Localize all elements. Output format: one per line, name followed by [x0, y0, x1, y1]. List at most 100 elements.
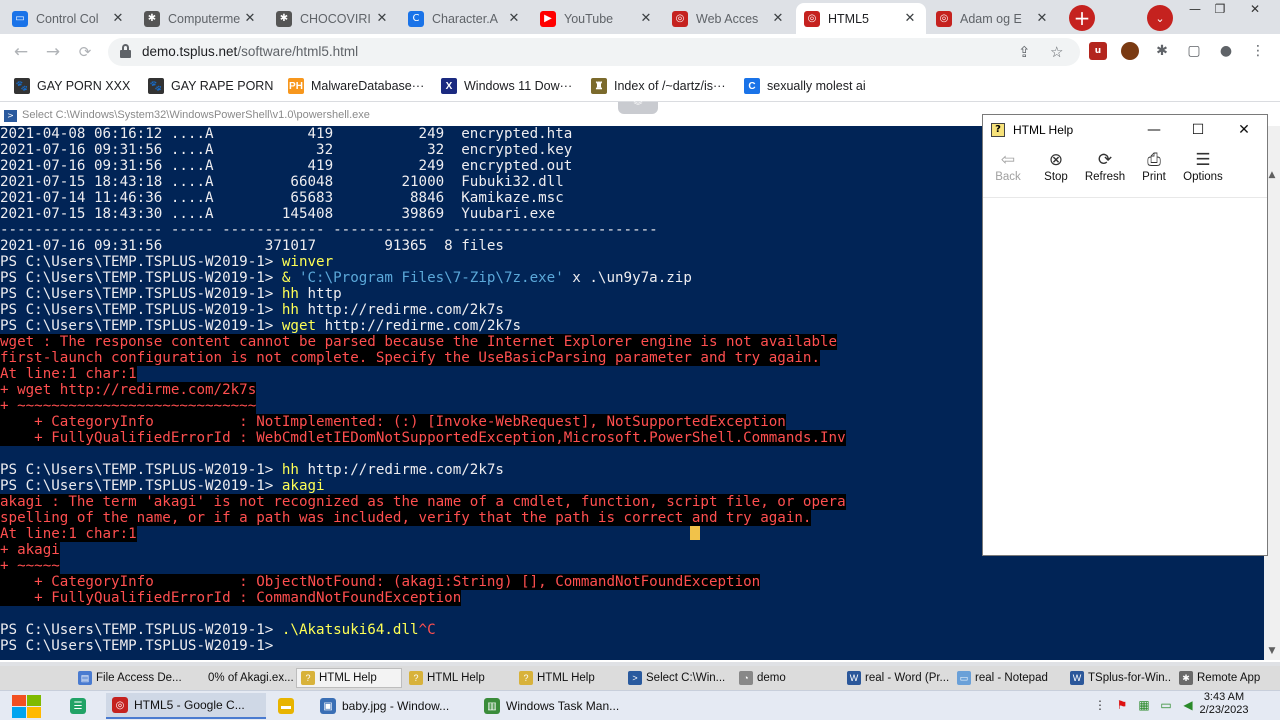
browser-tab[interactable]: ◎ Web Acces ✕ [664, 3, 794, 34]
taskbar-item-label: TSplus-for-Win... [1088, 672, 1172, 684]
host-taskbar-item[interactable]: ▣ baby.jpg - Window... [314, 693, 474, 719]
bookmark-star-icon[interactable]: ☆ [1050, 43, 1063, 61]
remote-taskbar-item[interactable]: ✱ Remote App [1175, 668, 1275, 688]
extension-avatar-icon[interactable] [1121, 42, 1139, 60]
bookmark-icon: C [744, 78, 760, 94]
remote-taskbar-item[interactable]: 0% of Akagi.ex... [186, 668, 294, 688]
bookmark-item[interactable]: 🐾 GAY PORN XXX [14, 76, 130, 96]
side-panel-icon[interactable]: ▢ [1185, 42, 1203, 60]
remote-taskbar-item[interactable]: ◔ demo [735, 668, 841, 688]
remote-taskbar-item[interactable]: W TSplus-for-Win... [1066, 668, 1172, 688]
tab-close-icon[interactable]: ✕ [374, 11, 390, 27]
taskbar-item-label: File Access De... [96, 672, 182, 684]
console-prompt: PS C:\Users\TEMP.TSPLUS-W2019-1> [0, 478, 282, 494]
tab-close-icon[interactable]: ✕ [902, 11, 918, 27]
browser-tab[interactable]: ✱ CHOCOVIRI ✕ [268, 3, 398, 34]
console-error: + FullyQualifiedErrorId : CommandNotFoun… [0, 590, 462, 606]
tab-label: Character.A [432, 11, 499, 26]
browser-tab[interactable]: ▶ YouTube ✕ [532, 3, 662, 34]
help-options-button[interactable]: ☰ Options [1178, 149, 1228, 191]
console-args: x .\un9y7a.zip [563, 270, 692, 286]
window-minimize-icon[interactable]: — [1183, 0, 1207, 18]
tab-search-button[interactable]: ⌄ [1147, 5, 1173, 31]
bookmark-item[interactable]: X Windows 11 Dow··· [441, 76, 572, 96]
help-stop-button[interactable]: ⊗ Stop [1031, 149, 1081, 191]
taskbar-app-icon: ◔ [739, 671, 753, 685]
remote-taskbar-item[interactable]: > Select C:\Win... [624, 668, 732, 688]
scroll-up-icon[interactable]: ▲ [1267, 170, 1277, 180]
menu-icon[interactable]: ⋮ [1249, 42, 1267, 60]
console-command: .\Akatsuki64.dll [281, 622, 419, 638]
console-args: http://redirme.com/2k7s [316, 318, 522, 334]
scroll-down-icon[interactable]: ▼ [1267, 646, 1277, 656]
bookmark-item[interactable]: PH MalwareDatabase··· [288, 76, 424, 96]
address-bar[interactable]: demo.tsplus.net/software/html5.html ⇪ ☆ [108, 38, 1080, 66]
browser-tab[interactable]: ▭ Control Col ✕ [4, 3, 134, 34]
tab-label: Web Acces [696, 11, 759, 26]
tab-close-icon[interactable]: ✕ [242, 11, 258, 27]
forward-icon[interactable]: → [42, 41, 64, 63]
remote-taskbar-item[interactable]: ? HTML Help [405, 668, 513, 688]
host-taskbar-item[interactable]: ▬ [272, 693, 306, 719]
remote-taskbar-item[interactable]: ▭ real - Notepad [953, 668, 1063, 688]
bookmark-label: sexually molest ai [767, 79, 866, 93]
extensions-puzzle-icon[interactable]: ✱ [1153, 42, 1171, 60]
clock[interactable]: 3:43 AM 2/23/2023 [1188, 691, 1260, 717]
bookmark-item[interactable]: ♜ Index of /~dartz/is··· [591, 76, 726, 96]
share-icon[interactable]: ⇪ [1018, 43, 1031, 61]
reload-icon[interactable]: ⟳ [74, 41, 96, 63]
bookmark-item[interactable]: 🐾 GAY RAPE PORN [148, 76, 273, 96]
taskbar-item-label: 0% of Akagi.ex... [208, 672, 294, 684]
tab-close-icon[interactable]: ✕ [506, 11, 522, 27]
browser-tab[interactable]: C Character.A ✕ [400, 3, 530, 34]
console-error: + wget http://redirme.com/2k7s [0, 382, 257, 398]
host-taskbar-item[interactable]: ◎ HTML5 - Google C... [106, 693, 266, 719]
host-taskbar-item[interactable]: ▥ Windows Task Man... [478, 693, 638, 719]
console-line: + ~~~~~ [0, 558, 60, 574]
help-refresh-button[interactable]: ⟳ Refresh [1080, 149, 1130, 191]
browser-tab[interactable]: ◎ Adam og E ✕ [928, 3, 1058, 34]
tab-close-icon[interactable]: ✕ [1034, 11, 1050, 27]
help-print-button[interactable]: ⎙ Print [1129, 149, 1179, 191]
remote-taskbar-item[interactable]: ▤ File Access De... [74, 668, 182, 688]
display-icon[interactable]: ▭ [1158, 697, 1174, 713]
close-icon[interactable]: ✕ [1229, 119, 1259, 141]
minimize-icon[interactable]: — [1139, 119, 1169, 141]
tab-close-icon[interactable]: ✕ [770, 11, 786, 27]
remote-taskbar-item[interactable]: ? HTML Help [296, 668, 402, 688]
window-maximize-icon[interactable]: ❐ [1208, 0, 1232, 18]
flag-icon[interactable]: ⚑ [1114, 697, 1130, 713]
host-taskbar-item[interactable]: ☰ [64, 693, 98, 719]
console-error: At line:1 char:1 [0, 526, 137, 542]
session-dropdown-tab[interactable]: ︾ [618, 102, 658, 114]
network-icon[interactable]: ▦ [1136, 697, 1152, 713]
console-line: 2021-07-14 11:46:36 ....A 65683 8846 Kam… [0, 190, 564, 206]
console-command: wget [281, 318, 317, 334]
taskbar-app-icon: ▣ [320, 698, 336, 714]
bookmark-icon: 🐾 [14, 78, 30, 94]
tab-label: YouTube [564, 11, 614, 26]
taskbar-item-label: Windows Task Man... [506, 699, 620, 713]
browser-tab[interactable]: ◎ HTML5 ✕ [796, 3, 926, 34]
tab-close-icon[interactable]: ✕ [638, 11, 654, 27]
tab-favicon-icon: ◎ [936, 10, 952, 27]
maximize-icon[interactable]: ☐ [1183, 119, 1213, 141]
back-icon[interactable]: ← [10, 41, 32, 63]
browser-tab[interactable]: ✱ Computerme ✕ [136, 3, 266, 34]
console-line: 2021-07-16 09:31:56 371017 91365 8 files [0, 238, 504, 254]
remote-taskbar-item[interactable]: Wreal - Word (Pr... [843, 668, 951, 688]
start-button[interactable] [4, 693, 44, 719]
window-close-icon[interactable]: ✕ [1243, 0, 1267, 18]
tab-close-icon[interactable]: ✕ [110, 11, 126, 27]
profile-icon[interactable]: ● [1217, 42, 1235, 60]
console-line: 2021-07-16 09:31:56 ....A 419 249 encryp… [0, 158, 572, 174]
console-line: wget : The response content cannot be pa… [0, 334, 838, 350]
tray-overflow-icon[interactable]: ⋮ [1092, 697, 1108, 713]
tab-label: HTML5 [828, 11, 869, 26]
remote-taskbar-item[interactable]: ? HTML Help [515, 668, 623, 688]
console-error: wget : The response content cannot be pa… [0, 334, 838, 350]
ublock-icon[interactable]: u [1089, 42, 1107, 60]
console-error: At line:1 char:1 [0, 366, 137, 382]
bookmark-item[interactable]: Csexually molest ai [744, 76, 866, 96]
new-tab-button[interactable]: + [1069, 5, 1095, 31]
